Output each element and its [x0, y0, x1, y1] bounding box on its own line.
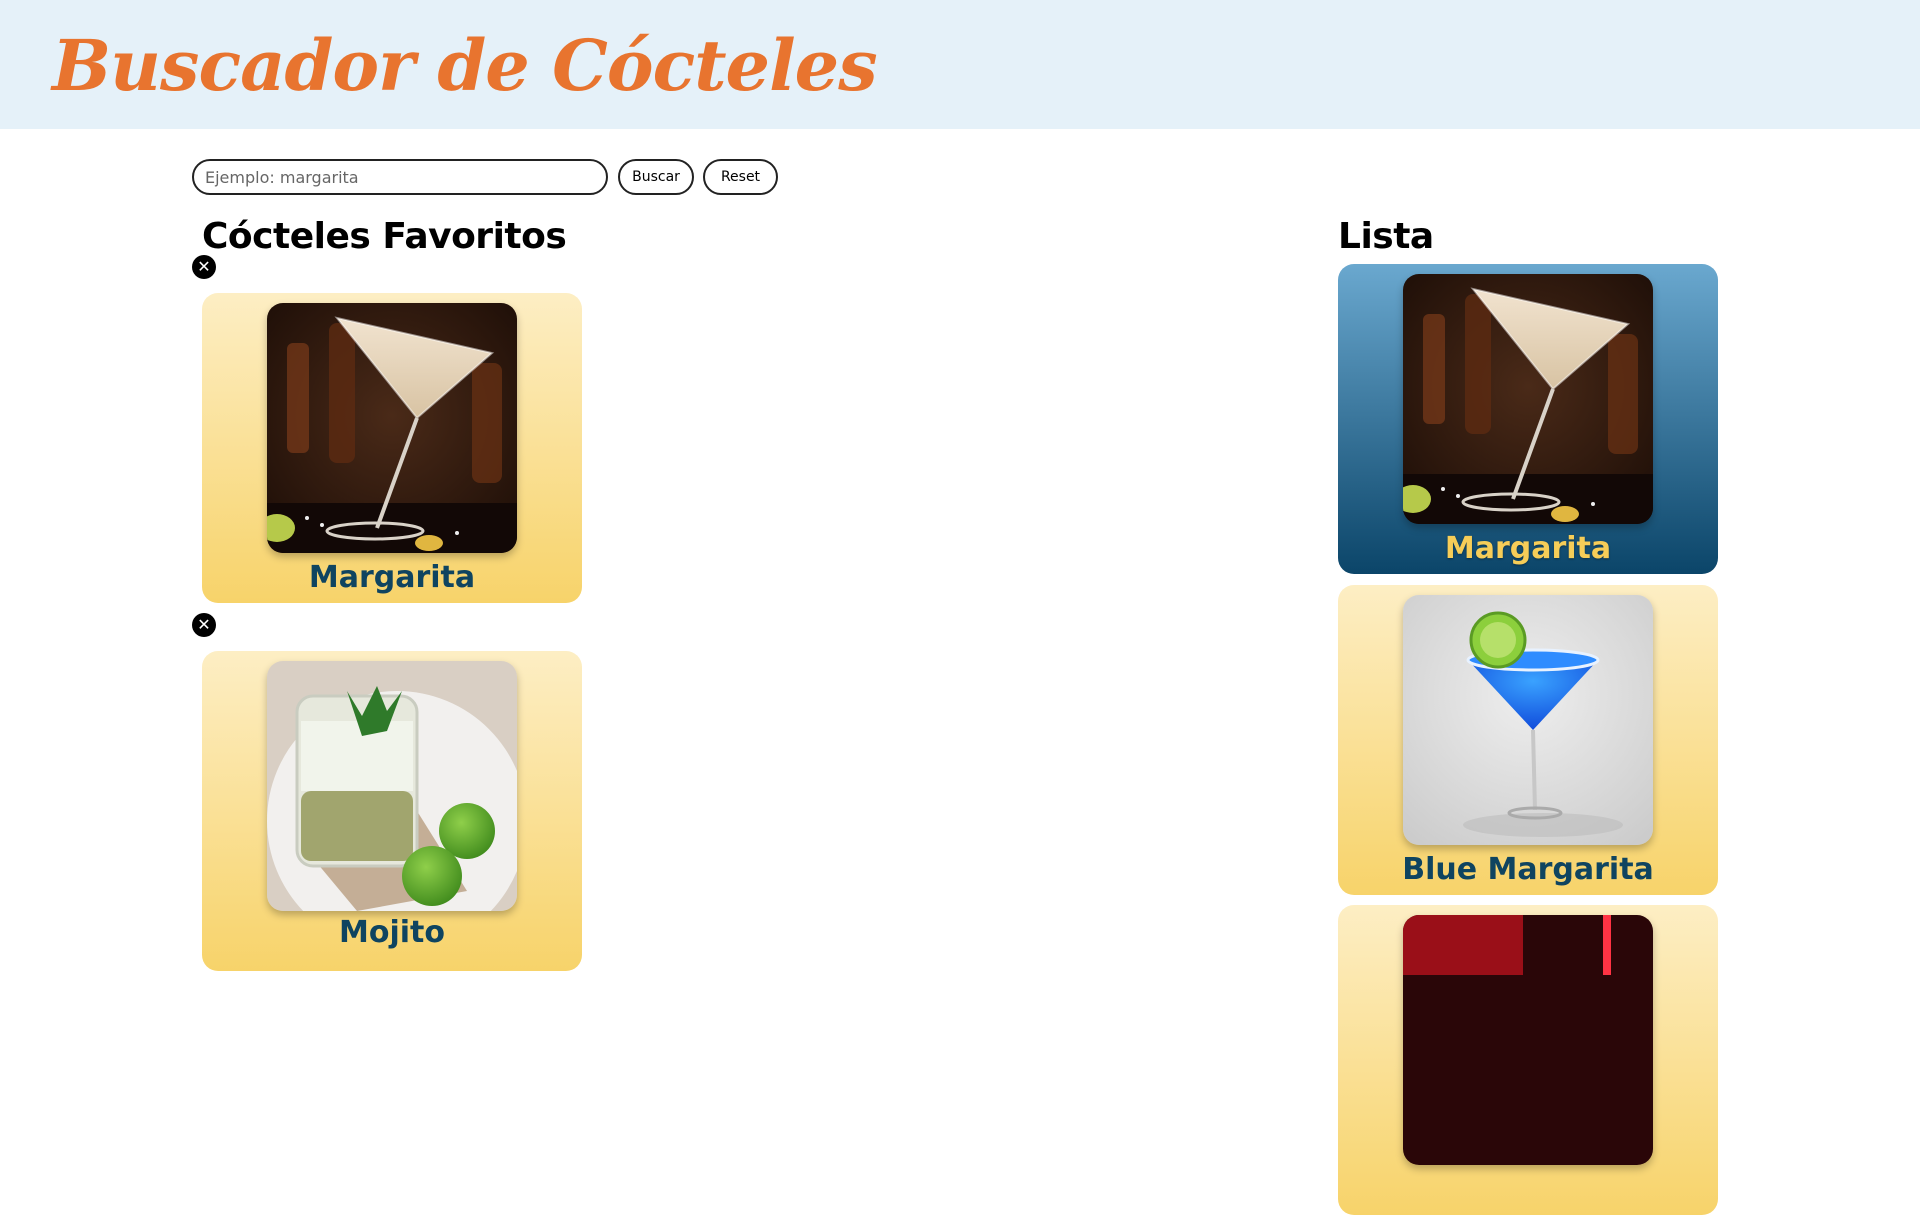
cocktail-image-blue-margarita [1403, 595, 1653, 845]
cocktail-name: Margarita [308, 560, 476, 595]
cocktail-image [1403, 915, 1653, 1165]
favorites-title: Cócteles Favoritos [202, 216, 567, 257]
favorite-card-margarita[interactable]: Margarita [202, 293, 582, 603]
remove-favorite-close-icon[interactable]: ✕ [192, 255, 216, 279]
cocktail-image-mojito [267, 661, 517, 911]
search-button[interactable]: Buscar [618, 159, 694, 195]
header-bar: Buscador de Cócteles [0, 0, 1920, 129]
list-card-blue-margarita[interactable]: Blue Margarita [1338, 585, 1718, 895]
search-input[interactable] [192, 159, 608, 195]
list-title: Lista [1338, 216, 1434, 257]
list-card-partial[interactable] [1338, 905, 1718, 1215]
cocktail-image-margarita [267, 303, 517, 553]
reset-button[interactable]: Reset [703, 159, 778, 195]
cocktail-image-margarita [1403, 274, 1653, 524]
remove-favorite-close-icon[interactable]: ✕ [192, 613, 216, 637]
app-title: Buscador de Cócteles [52, 24, 878, 107]
cocktail-name: Mojito [339, 915, 445, 950]
list-card-margarita[interactable]: Margarita [1338, 264, 1718, 574]
cocktail-name: Blue Margarita [1402, 852, 1654, 887]
cocktail-name: Margarita [1444, 531, 1612, 566]
favorite-card-mojito[interactable]: Mojito [202, 651, 582, 971]
